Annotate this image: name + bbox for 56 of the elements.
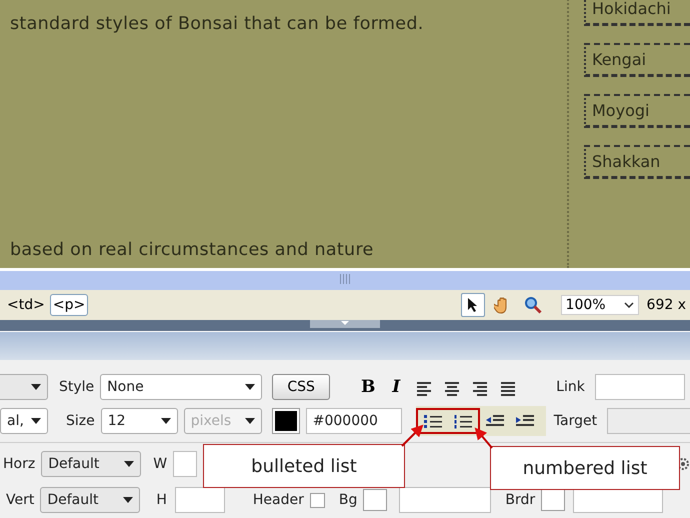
caret-icon [123,497,134,503]
color-swatch[interactable] [363,489,388,511]
tag-button[interactable]: <p> [50,294,88,316]
caret-icon [31,418,41,424]
paragraph: standard styles of Bonsai that can be formed. [10,14,425,34]
horz-select[interactable]: Default [41,451,142,477]
bg-field[interactable] [399,487,492,513]
target-field[interactable] [607,408,690,434]
link-field[interactable] [594,374,685,400]
field-label: Style [59,379,94,395]
tag-button[interactable]: <td> [4,294,48,316]
caret-icon [624,302,634,308]
zoom-select[interactable]: 100% [560,295,639,315]
callout-label: numbered list [490,446,680,490]
bold-button[interactable]: B [354,375,382,399]
nav-link[interactable]: Hokidachi [584,0,690,26]
vert-select[interactable]: Default [40,487,140,513]
grip-icon[interactable] [339,274,351,284]
field-label: Target [554,413,598,429]
header-checkbox[interactable] [310,492,325,508]
field-label: W [153,456,168,472]
field-label: Bg [338,492,358,508]
size-select[interactable]: 12 [100,408,178,434]
field-label: Size [66,413,95,429]
field-label: Link [556,379,585,395]
field-label: H [156,492,167,508]
tool-button[interactable] [460,293,485,317]
nav-link[interactable]: Moyogi [584,94,690,128]
window-size: 692 x [646,297,686,313]
color-field[interactable]: #000000 [306,408,402,434]
zoom-icon [524,296,542,314]
style-select[interactable]: None [100,374,262,400]
css-button[interactable]: CSS [272,374,330,400]
caret-icon [160,418,171,424]
nav-link[interactable]: Kengai [584,43,690,77]
color-swatch[interactable] [541,489,566,511]
callout-label: bulleted list [203,444,405,488]
format-select[interactable] [0,374,48,400]
numbered-list-icon [452,412,473,430]
field-label: Vert [6,492,34,508]
width-field[interactable] [173,451,198,477]
italic-button[interactable]: I [382,375,410,399]
paragraph: based on real circumstances and nature [10,240,375,260]
nav-link[interactable]: Shakkan [584,145,690,179]
field-label: Horz [3,456,36,472]
caret-icon [245,384,256,390]
caret-icon [124,461,134,467]
color-swatch[interactable] [272,408,300,434]
pointer-icon [466,297,479,313]
field-label: Header [252,492,304,508]
field-label: Brdr [505,492,536,508]
caret-icon [31,384,41,390]
height-field[interactable] [174,487,225,513]
bulleted-list-icon [422,412,443,430]
font-select[interactable]: al, [0,408,48,434]
caret-icon [244,418,255,424]
